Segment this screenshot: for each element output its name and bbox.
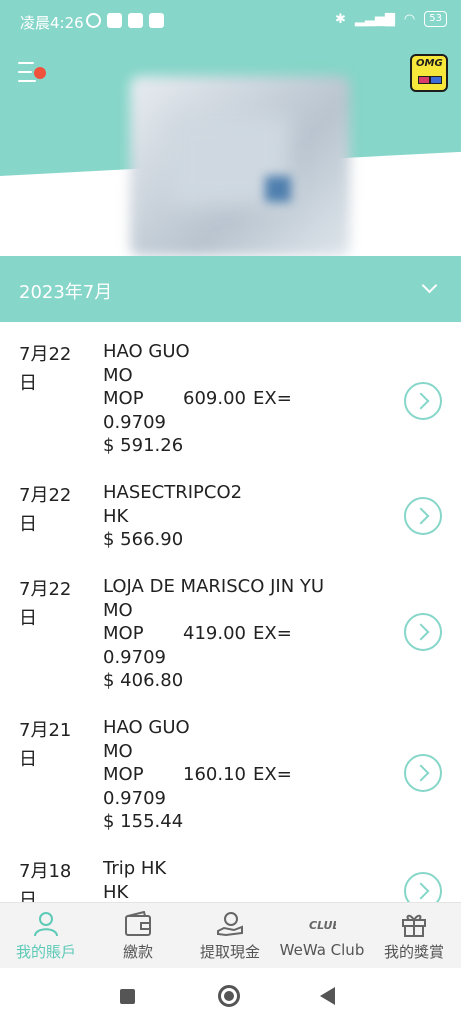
notification-dot	[34, 67, 46, 79]
merchant-name: HASECTRIPCO2	[103, 482, 243, 503]
alarm-icon	[86, 13, 101, 28]
tab-my-rewards[interactable]: 我的獎賞	[368, 903, 460, 969]
transaction-total: $ 591.26	[103, 435, 184, 456]
home-button[interactable]	[218, 985, 240, 1007]
merchant-region: HK	[103, 881, 129, 903]
svg-text:CLUB: CLUB	[309, 919, 336, 932]
merchant-name: HAO GUO	[103, 717, 190, 738]
foreign-amount: MOP 160.10 EX=	[103, 764, 292, 785]
recent-apps-button[interactable]	[120, 989, 135, 1004]
club-icon: CLUB	[309, 919, 336, 932]
status-bar: 凌晨4:26 ✱ ▂▃▅▇ ◠ 53	[0, 0, 461, 46]
transaction-details: HAO GUO MO MOP 609.00 EX= 0.9709 $ 591.26	[103, 340, 403, 458]
exchange-rate: 0.9709	[103, 646, 166, 668]
tab-my-account[interactable]: 我的賬戶	[0, 903, 92, 969]
transaction-date: 7月18 日	[19, 861, 72, 902]
notification-icon	[128, 13, 143, 28]
menu-button[interactable]	[18, 62, 48, 84]
chevron-right-icon[interactable]	[404, 754, 442, 792]
battery-icon: 53	[424, 11, 447, 27]
merchant-name: Trip HK	[103, 858, 167, 879]
notification-icon	[149, 13, 164, 28]
wallet-button[interactable]: OMG	[410, 54, 448, 92]
transaction-date: 7月22 日	[19, 344, 72, 394]
cash-hand-icon	[217, 912, 243, 937]
chevron-right-icon[interactable]	[404, 382, 442, 420]
bottom-tab-bar: 我的賬戶 繳款 提取現金 CLUB WeWa Club 我的獎賞	[0, 902, 461, 968]
chevron-down-icon[interactable]	[421, 277, 438, 294]
foreign-amount: MOP 419.00 EX=	[103, 623, 292, 644]
card-banner	[0, 46, 461, 256]
status-system-icons: ✱ ▂▃▅▇ ◠ 53	[335, 11, 447, 27]
transaction-details: LOJA DE MARISCO JIN YU MO MOP 419.00 EX= 0…	[103, 575, 403, 693]
wallet-icon	[125, 911, 151, 936]
system-nav-bar	[0, 968, 461, 1024]
exchange-rate: 0.9709	[103, 411, 166, 433]
month-label: 2023年7月	[19, 282, 113, 303]
transaction-list[interactable]: 7月22 日 HAO GUO MO MOP 609.00 EX= 0.9709 $ 5…	[0, 322, 461, 902]
signal-icon: ▂▃▅▇	[354, 11, 395, 27]
tab-cash-withdrawal[interactable]: 提取現金	[184, 903, 276, 969]
gift-icon	[402, 914, 426, 937]
tab-wewa-club[interactable]: CLUB WeWa Club	[276, 903, 368, 969]
transaction-details: HAO GUO MO MOP 160.10 EX= 0.9709 $ 155.44	[103, 716, 403, 834]
transaction-total: $ 155.44	[103, 811, 184, 832]
tab-label: WeWa Club	[279, 941, 365, 959]
transaction-total: $ 566.90	[103, 529, 184, 550]
chevron-right-icon[interactable]	[404, 497, 442, 535]
tab-payment[interactable]: 繳款	[92, 903, 184, 969]
transaction-details: HASECTRIPCO2 HK $ 566.90	[103, 481, 403, 552]
bluetooth-icon: ✱	[335, 11, 346, 27]
merchant-region: HK	[103, 505, 129, 527]
merchant-name: HAO GUO	[103, 341, 190, 362]
wifi-icon: ◠	[403, 11, 416, 27]
transaction-details: Trip HK HK	[103, 857, 403, 902]
tab-label: 提取現金	[199, 943, 260, 961]
merchant-name: LOJA DE MARISCO JIN YU	[103, 576, 325, 597]
wallet-logo-text: OMG	[416, 58, 443, 69]
merchant-region: MO	[103, 599, 133, 621]
transaction-total: $ 406.80	[103, 670, 184, 691]
transaction-date: 7月21 日	[19, 720, 72, 770]
tab-label: 我的獎賞	[383, 943, 444, 961]
wallet-icon	[418, 76, 430, 84]
person-icon	[34, 912, 58, 937]
status-notification-icons	[86, 13, 164, 28]
chevron-right-icon[interactable]	[404, 872, 442, 902]
month-selector[interactable]: 2023年7月	[0, 256, 461, 322]
transaction-date: 7月22 日	[19, 485, 72, 535]
tab-label: 我的賬戶	[15, 943, 76, 961]
merchant-region: MO	[103, 364, 133, 386]
back-button[interactable]	[320, 987, 335, 1005]
tab-label: 繳款	[122, 943, 153, 961]
merchant-region: MO	[103, 740, 133, 762]
notification-icon	[107, 13, 122, 28]
exchange-rate: 0.9709	[103, 787, 166, 809]
foreign-amount: MOP 609.00 EX=	[103, 388, 292, 409]
chevron-right-icon[interactable]	[404, 613, 442, 651]
status-time: 凌晨4:26	[20, 14, 84, 32]
transaction-date: 7月22 日	[19, 579, 72, 629]
